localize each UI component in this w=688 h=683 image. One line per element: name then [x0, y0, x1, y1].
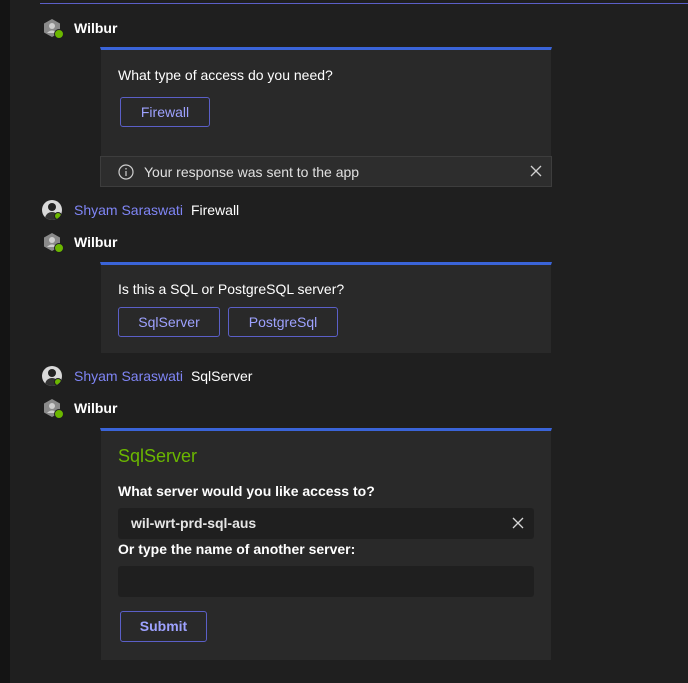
- info-icon: [118, 163, 134, 180]
- sender-name[interactable]: Shyam Saraswati: [74, 202, 183, 218]
- card-question: What type of access do you need?: [118, 67, 333, 83]
- submit-button[interactable]: Submit: [120, 611, 207, 642]
- message-text: SqlServer: [190, 368, 253, 384]
- available-status-icon: [54, 29, 64, 39]
- message-header: Shyam Saraswati SqlServer: [42, 366, 252, 386]
- firewall-button[interactable]: Firewall: [120, 97, 210, 127]
- sender-name[interactable]: Wilbur: [74, 20, 117, 36]
- sender-name[interactable]: Shyam Saraswati: [74, 368, 183, 384]
- divider-line: [40, 3, 688, 4]
- message-header: Shyam Saraswati Firewall: [42, 200, 239, 220]
- server-question: What server would you like access to?: [118, 483, 375, 499]
- card-title: SqlServer: [118, 446, 198, 466]
- close-icon[interactable]: [529, 164, 543, 178]
- bot-avatar[interactable]: [42, 232, 64, 253]
- server-type-card: Is this a SQL or PostgreSQL server? SqlS…: [100, 262, 552, 353]
- available-status-icon: [54, 409, 64, 419]
- sqlserver-button[interactable]: SqlServer: [118, 307, 220, 337]
- left-rail: [0, 0, 10, 683]
- avatar[interactable]: [42, 366, 62, 386]
- available-status-icon: [54, 378, 62, 386]
- bot-avatar[interactable]: [42, 398, 64, 419]
- notice-text: Your response was sent to the app: [144, 163, 360, 180]
- sender-name[interactable]: Wilbur: [74, 234, 117, 250]
- message-header: Wilbur: [42, 232, 117, 253]
- bot-avatar[interactable]: [42, 18, 64, 39]
- message-text: Firewall: [190, 202, 240, 218]
- message-header: Wilbur: [42, 398, 117, 419]
- server-select-card: SqlServer What server would you like acc…: [100, 428, 552, 660]
- postgresql-button[interactable]: PostgreSql: [228, 307, 338, 337]
- avatar[interactable]: [42, 200, 62, 220]
- response-notice: Your response was sent to the app: [100, 156, 552, 187]
- server-name-input[interactable]: [118, 566, 534, 597]
- clear-icon[interactable]: [511, 516, 525, 530]
- access-type-card: What type of access do you need? Firewal…: [100, 47, 552, 157]
- alt-server-label: Or type the name of another server:: [118, 541, 356, 557]
- sender-name[interactable]: Wilbur: [74, 400, 117, 416]
- available-status-icon: [54, 243, 64, 253]
- server-select[interactable]: wil-wrt-prd-sql-aus: [118, 508, 534, 539]
- message-header: Wilbur: [42, 18, 117, 39]
- card-question: Is this a SQL or PostgreSQL server?: [118, 281, 345, 297]
- available-status-icon: [54, 212, 62, 220]
- selected-server: wil-wrt-prd-sql-aus: [131, 515, 257, 531]
